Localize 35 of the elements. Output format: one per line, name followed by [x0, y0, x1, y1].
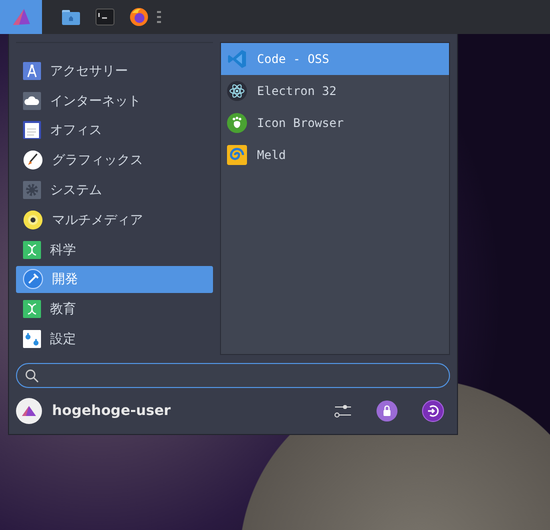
category-item[interactable]: アクセサリー [16, 57, 213, 85]
hammer-icon [23, 269, 43, 290]
category-item[interactable]: グラフィックス [16, 146, 213, 174]
avatar-icon [16, 398, 42, 424]
document-icon [23, 121, 41, 140]
category-item[interactable]: 教育 [16, 295, 213, 324]
ribbon-icon [227, 49, 247, 69]
search-field[interactable] [16, 363, 450, 388]
app-item[interactable]: Icon Browser [221, 107, 449, 139]
app-item[interactable]: Meld [221, 139, 449, 171]
user-name: hogehoge-user [52, 403, 172, 419]
fox-globe-icon [129, 7, 149, 27]
terminal-icon [95, 8, 115, 26]
compass-icon [23, 62, 41, 80]
category-item[interactable]: 設定 [16, 325, 213, 353]
folder-icon [61, 8, 81, 26]
lock-button[interactable] [376, 400, 398, 422]
category-item[interactable]: システム [16, 176, 213, 204]
cloud-icon [23, 92, 41, 110]
lock-icon [376, 400, 398, 422]
app-item[interactable]: Electron 32 [221, 75, 449, 107]
atom-icon [227, 81, 247, 101]
logout-button[interactable] [422, 400, 444, 422]
logout-icon [422, 400, 444, 422]
category-item[interactable]: マルチメディア [16, 206, 213, 234]
footprint-icon [227, 113, 247, 133]
swirl-icon [227, 145, 247, 165]
gear-icon [23, 181, 41, 200]
category-item[interactable]: インターネット [16, 86, 213, 115]
more-icon [156, 10, 162, 24]
search-icon [25, 368, 39, 382]
paintbrush-icon [23, 150, 43, 170]
category-item[interactable]: オフィス [16, 116, 213, 144]
disc-icon [23, 210, 43, 230]
category-item[interactable]: 科学 [16, 236, 213, 264]
